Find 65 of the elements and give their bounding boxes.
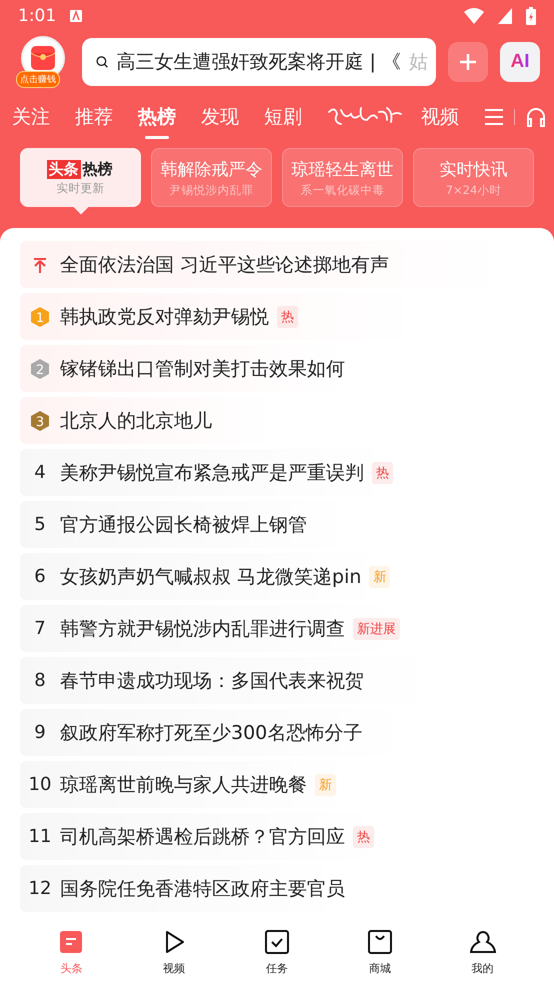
rank-number: 12 xyxy=(28,878,52,899)
headline-tag: 新进展 xyxy=(353,618,400,640)
user-icon xyxy=(470,930,496,954)
wifi-icon xyxy=(464,8,484,24)
nav-tab[interactable]: 任务 xyxy=(246,930,307,984)
rank-number: 10 xyxy=(28,774,52,795)
rank-number: 8 xyxy=(33,670,47,691)
status-time: 1:01 xyxy=(18,6,56,26)
brand-label: 热榜 xyxy=(81,160,114,178)
headline-tag: 热 xyxy=(353,826,374,848)
headline: 美称尹锡悦宣布紧急戒严是严重误判 xyxy=(60,460,364,486)
nav-tab[interactable]: 商城 xyxy=(350,930,410,984)
nav-tab[interactable]: 视频 xyxy=(144,930,204,984)
topic-title: 琼瑶轻生离世 xyxy=(292,158,394,180)
headline: 琼瑶离世前晚与家人共进晚餐 xyxy=(60,772,307,798)
search-field[interactable]: 高三女生遭强奸致死案将开庭 | 《 姑 xyxy=(82,38,436,86)
topic-subtitle: 7×24小时 xyxy=(446,182,502,198)
rank-number: 9 xyxy=(33,722,47,743)
nav-tab[interactable]: 我的 xyxy=(452,930,513,984)
rank-number: 2 xyxy=(36,362,44,378)
topic-subtitle: 系一氧化碳中毒 xyxy=(300,182,384,198)
plus-icon xyxy=(459,53,477,71)
ai-button[interactable]: AI xyxy=(500,42,540,82)
headline: 春节申遗成功现场：多国代表来祝贺 xyxy=(60,668,364,694)
topic-subtitle: 实时更新 xyxy=(56,180,104,196)
battery-icon xyxy=(526,7,536,25)
notification-icon xyxy=(70,10,82,22)
pin-to-top-icon xyxy=(33,256,47,272)
topic-title: 韩解除戒严令 xyxy=(160,158,262,180)
headline: 韩执政党反对弹劾尹锡悦 xyxy=(60,304,269,330)
headphones-icon xyxy=(525,106,547,128)
search-suggestion: 高三女生遭强奸致死案将开庭 | 《 xyxy=(116,50,401,75)
signal-icon xyxy=(498,8,512,24)
headline-tag: 新 xyxy=(315,774,336,796)
headline: 国务院任免香港特区政府主要官员 xyxy=(60,876,345,902)
search-suggestion-faded: 姑 xyxy=(409,50,428,75)
checkbox-icon xyxy=(264,930,289,954)
headline: 全面依法治国 习近平这些论述掷地有声 xyxy=(60,252,390,278)
headline-tag: 热 xyxy=(277,306,298,328)
headline-tag: 热 xyxy=(372,462,393,484)
selected-underline xyxy=(145,136,169,139)
headline: 镓锗锑出口管制对美打击效果如何 xyxy=(60,356,345,382)
headline: 北京人的北京地儿 xyxy=(60,408,212,434)
earn-coins-badge: 点击赚钱 xyxy=(16,71,60,88)
news-icon xyxy=(59,930,84,954)
headline: 女孩奶声奶气喊叔叔 马龙微笑递pin xyxy=(60,564,362,590)
brand-label: 头条 xyxy=(46,160,80,178)
add-button[interactable] xyxy=(448,42,488,82)
rank-number: 5 xyxy=(33,514,47,535)
rank-number: 1 xyxy=(36,310,44,326)
envelope-icon xyxy=(30,45,56,71)
rank-number: 7 xyxy=(33,618,47,639)
bag-icon xyxy=(368,930,392,954)
headline: 韩警方就尹锡悦涉内乱罪进行调查 xyxy=(60,616,345,642)
headline: 叙政府军称打死至少300名恐怖分子 xyxy=(60,720,362,746)
headline-tag: 新 xyxy=(369,566,390,588)
rank-number: 3 xyxy=(36,414,44,430)
rank-number: 6 xyxy=(33,566,47,587)
headline: 官方通报公园长椅被焊上钢管 xyxy=(60,512,307,538)
topic-subtitle: 尹锡悦涉内乱罪 xyxy=(170,182,254,198)
rank-number: 11 xyxy=(28,826,52,847)
headline: 司机高架桥遇检后跳桥？官方回应 xyxy=(60,824,345,850)
topic-title: 实时快讯 xyxy=(440,158,508,180)
menu-icon xyxy=(484,108,504,126)
rank-number: 4 xyxy=(33,462,47,483)
